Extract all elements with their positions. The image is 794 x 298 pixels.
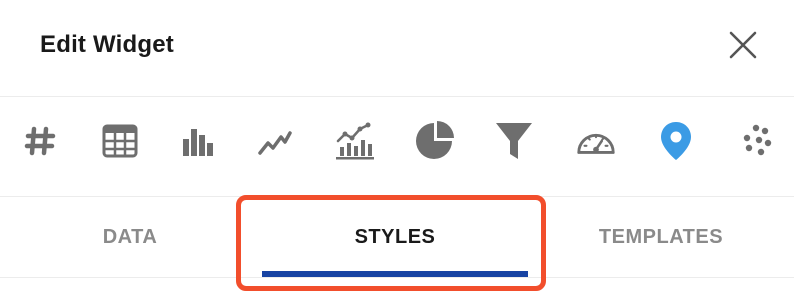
map-pin-icon[interactable]: [654, 119, 698, 163]
scatter-icon[interactable]: [734, 119, 778, 163]
tab-templates[interactable]: TEMPLATES: [528, 197, 794, 277]
funnel-icon[interactable]: [492, 119, 536, 163]
tab-data[interactable]: DATA: [0, 197, 260, 277]
widget-type-toolbar: [0, 97, 794, 195]
dialog-header: Edit Widget: [0, 0, 794, 96]
tab-styles[interactable]: STYLES: [262, 197, 528, 277]
tab-bar: DATA STYLES TEMPLATES: [0, 197, 794, 277]
pie-chart-icon[interactable]: [412, 119, 456, 163]
bar-chart-icon[interactable]: [175, 119, 219, 163]
hash-icon[interactable]: [18, 119, 62, 163]
gauge-icon[interactable]: [574, 119, 618, 163]
dialog-title: Edit Widget: [40, 31, 174, 58]
line-chart-icon[interactable]: [252, 119, 296, 163]
tabs-divider: [0, 277, 794, 278]
close-icon[interactable]: [726, 28, 760, 62]
combo-chart-icon[interactable]: [332, 119, 376, 163]
table-icon[interactable]: [98, 119, 142, 163]
